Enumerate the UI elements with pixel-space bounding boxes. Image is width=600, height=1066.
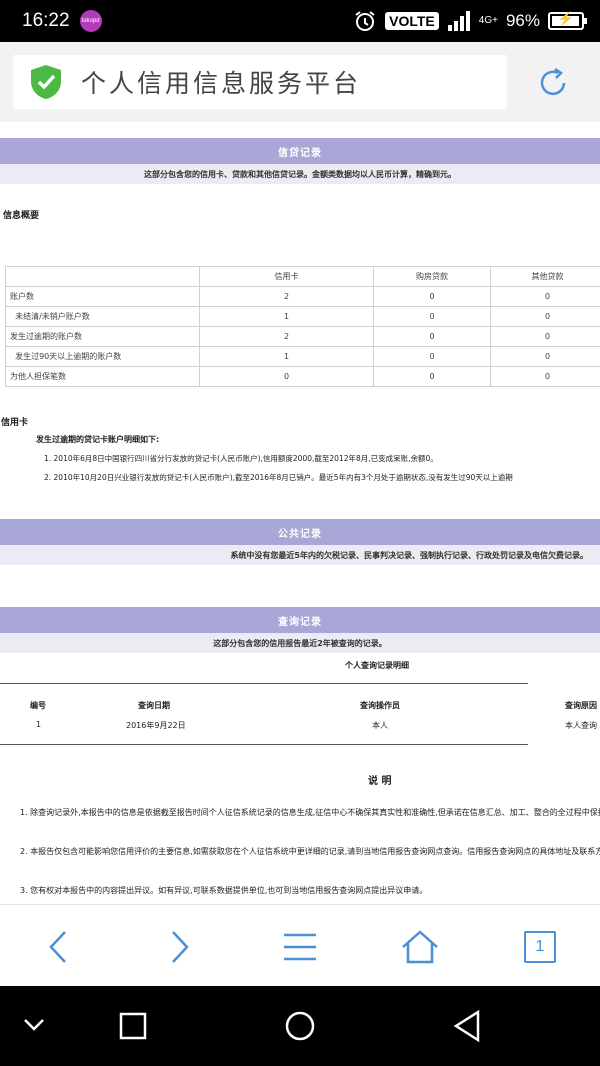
notes-item: 2. 本报告仅包含可能影响您信用评价的主要信息,如需获取您在个人征信系统中更详细… (20, 847, 600, 856)
address-bar[interactable]: 个人信用信息服务平台 (13, 55, 507, 109)
credit-section: 信贷记录 这部分包含您的信用卡、贷款和其他信贷记录。金额类数据均以人民币计算，精… (0, 138, 600, 184)
credit-section-title: 信贷记录 (0, 138, 600, 164)
table-header: 信用卡 (199, 266, 374, 287)
cell-value: 0 (490, 346, 600, 367)
status-time: 16:22 (22, 10, 70, 31)
back-button[interactable] (35, 923, 83, 971)
public-section-title: 公共记录 (0, 519, 600, 545)
cell-value: 0 (199, 366, 374, 387)
notes-item: 3. 您有权对本报告中的内容提出异议。如有异议,可联系数据提供单位,也可到当地信… (20, 886, 428, 895)
table-row: 发生过逾期的账户数 2 0 0 (5, 326, 600, 347)
query-cell: 1 (36, 720, 42, 729)
signal-icon (447, 11, 470, 31)
public-section-note: 系统中没有您最近5年内的欠税记录、民事判决记录、强制执行记录、行政处罚记录及电信… (0, 545, 600, 565)
table-row: 为他人担保笔数 0 0 0 (5, 366, 600, 387)
menu-icon (284, 933, 316, 961)
table-row: 未结清/未销户账户数 1 0 0 (5, 306, 600, 327)
query-col-header: 编号 (30, 701, 46, 710)
overview-title: 信息概要 (3, 211, 40, 221)
charging-icon: ⚡ (557, 11, 575, 26)
query-col-header: 查询操作员 (360, 701, 400, 710)
cell-value: 0 (490, 326, 600, 347)
status-bar: 16:22 tokopd VOLTE 4G+ 96% ⚡ (0, 0, 600, 42)
data-type: 4G+ (478, 15, 498, 26)
web-content[interactable]: 信贷记录 这部分包含您的信用卡、贷款和其他信贷记录。金额类数据均以人民币计算，精… (0, 122, 600, 904)
notification-app-icon: tokopd (79, 10, 102, 32)
cell-value: 0 (373, 286, 491, 307)
credit-section-note: 这部分包含您的信用卡、贷款和其他信贷记录。金额类数据均以人民币计算，精确到元。 (0, 164, 600, 184)
system-navigation-bar (0, 986, 600, 1066)
browser-toolbar: 个人信用信息服务平台 (0, 42, 600, 122)
table-header: 其他贷款 (490, 266, 600, 287)
notes-title: 说 明 (368, 776, 392, 787)
recent-apps-icon[interactable] (119, 1012, 147, 1040)
cell-value: 0 (373, 366, 491, 387)
chevron-left-icon (49, 931, 66, 963)
cell-value: 0 (373, 326, 491, 347)
row-label: 发生过90天以上逾期的账户数 (5, 346, 200, 367)
query-col-header: 查询日期 (138, 701, 170, 710)
table-header (5, 266, 200, 287)
divider (0, 744, 528, 745)
credit-card-item: 1. 2010年6月8日中国银行四川省分行发放的贷记卡(人民币账户),信用额度2… (44, 454, 438, 463)
credit-card-subtitle: 发生过逾期的贷记卡账户明细如下: (36, 435, 160, 444)
battery-percent: 96% (505, 11, 540, 30)
table-header: 购房贷款 (373, 266, 491, 287)
query-cell: 本人查询 (565, 721, 597, 730)
query-cell: 2016年9月22日 (126, 721, 186, 730)
tab-count: 1 (524, 931, 556, 963)
cell-value: 1 (199, 306, 374, 327)
query-section-note: 这部分包含您的信用报告最近2年被查询的记录。 (0, 633, 600, 653)
query-section: 查询记录 这部分包含您的信用报告最近2年被查询的记录。 (0, 607, 600, 653)
browser-bottom-bar: 1 (0, 904, 600, 987)
cell-value: 2 (199, 326, 374, 347)
page-title: 个人信用信息服务平台 (81, 69, 362, 98)
chevron-down-icon[interactable] (22, 1016, 46, 1034)
chevron-right-icon (172, 931, 189, 963)
credit-card-title: 信用卡 (1, 418, 29, 428)
divider (0, 683, 528, 684)
row-label: 账户数 (5, 286, 200, 307)
cell-value: 0 (373, 306, 491, 327)
cell-value: 0 (490, 306, 600, 327)
cell-value: 0 (490, 366, 600, 387)
query-detail-title: 个人查询记录明细 (345, 661, 409, 670)
reload-icon[interactable] (536, 66, 570, 100)
menu-button[interactable] (276, 923, 324, 971)
table-row: 账户数 2 0 0 (5, 286, 600, 307)
row-label: 为他人担保笔数 (5, 366, 200, 387)
credit-card-item: 2. 2010年10月20日兴业银行发放的贷记卡(人民币账户),截至2016年8… (44, 473, 513, 482)
home-icon (402, 930, 438, 964)
cell-value: 0 (490, 286, 600, 307)
security-shield-icon (31, 65, 61, 99)
query-section-title: 查询记录 (0, 607, 600, 633)
cell-value: 1 (199, 346, 374, 367)
query-cell: 本人 (372, 721, 388, 730)
credit-summary-table: 信用卡 购房贷款 其他贷款 账户数 2 0 0 未结清/未销户账户数 1 0 0… (5, 266, 600, 387)
row-label: 未结清/未销户账户数 (5, 306, 200, 327)
back-triangle-icon[interactable] (452, 1009, 482, 1043)
table-row: 发生过90天以上逾期的账户数 1 0 0 (5, 346, 600, 367)
volte-badge: VOLTE (385, 12, 439, 30)
forward-button[interactable] (155, 923, 203, 971)
alarm-icon (355, 11, 375, 31)
table-header-row: 信用卡 购房贷款 其他贷款 (5, 266, 600, 287)
home-button[interactable] (396, 923, 444, 971)
cell-value: 2 (199, 286, 374, 307)
home-circle-icon[interactable] (284, 1010, 316, 1042)
cell-value: 0 (373, 346, 491, 367)
battery-icon: ⚡ (548, 11, 587, 30)
public-section: 公共记录 系统中没有您最近5年内的欠税记录、民事判决记录、强制执行记录、行政处罚… (0, 519, 600, 565)
query-col-header: 查询原因 (565, 701, 597, 710)
notes-item: 1. 除查询记录外,本报告中的信息是依据截至报告时间个人征信系统记录的信息生成,… (20, 808, 600, 817)
row-label: 发生过逾期的账户数 (5, 326, 200, 347)
tabs-button[interactable]: 1 (516, 923, 564, 971)
